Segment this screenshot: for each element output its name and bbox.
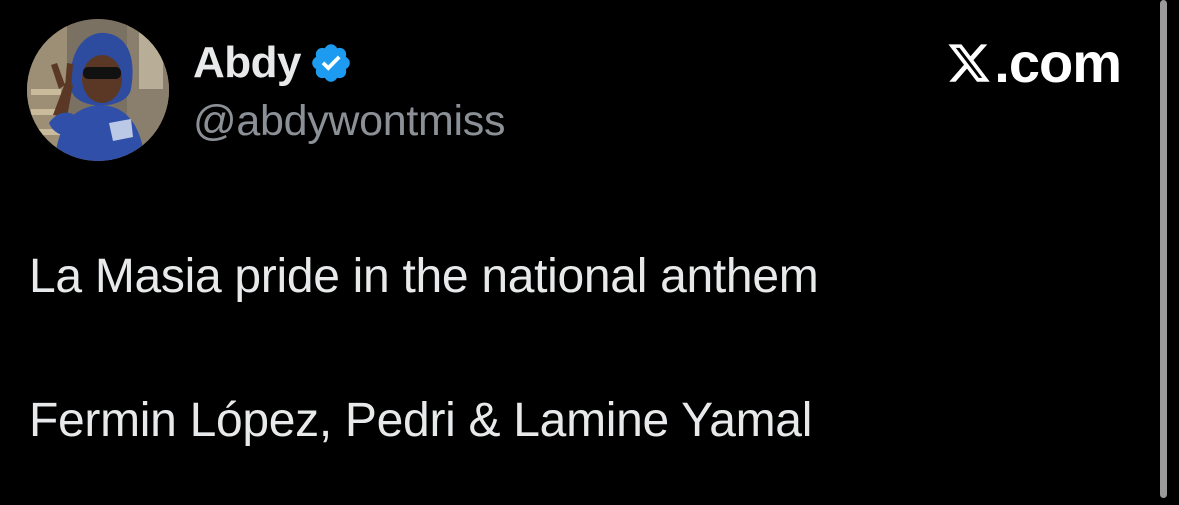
- tweet-line-2: Fermin López, Pedri & Lamine Yamal: [29, 394, 813, 447]
- tweet-card: Abdy @abdywontmiss .com La Masia pride i…: [0, 0, 1179, 505]
- display-name[interactable]: Abdy: [193, 38, 302, 88]
- author-handle[interactable]: @abdywontmiss: [193, 96, 506, 146]
- profile-photo-icon: [27, 19, 169, 161]
- x-brand: .com: [946, 31, 1122, 94]
- brand-domain-label: .com: [994, 31, 1122, 94]
- verified-badge-icon: [309, 41, 353, 85]
- tweet-line-1: La Masia pride in the national anthem: [29, 250, 819, 303]
- x-logo-icon: [946, 40, 992, 86]
- author-name-row[interactable]: Abdy: [193, 38, 353, 88]
- avatar[interactable]: [27, 19, 169, 161]
- tweet-body: La Masia pride in the national anthem Fe…: [29, 246, 1129, 452]
- scrollbar[interactable]: [1160, 0, 1167, 498]
